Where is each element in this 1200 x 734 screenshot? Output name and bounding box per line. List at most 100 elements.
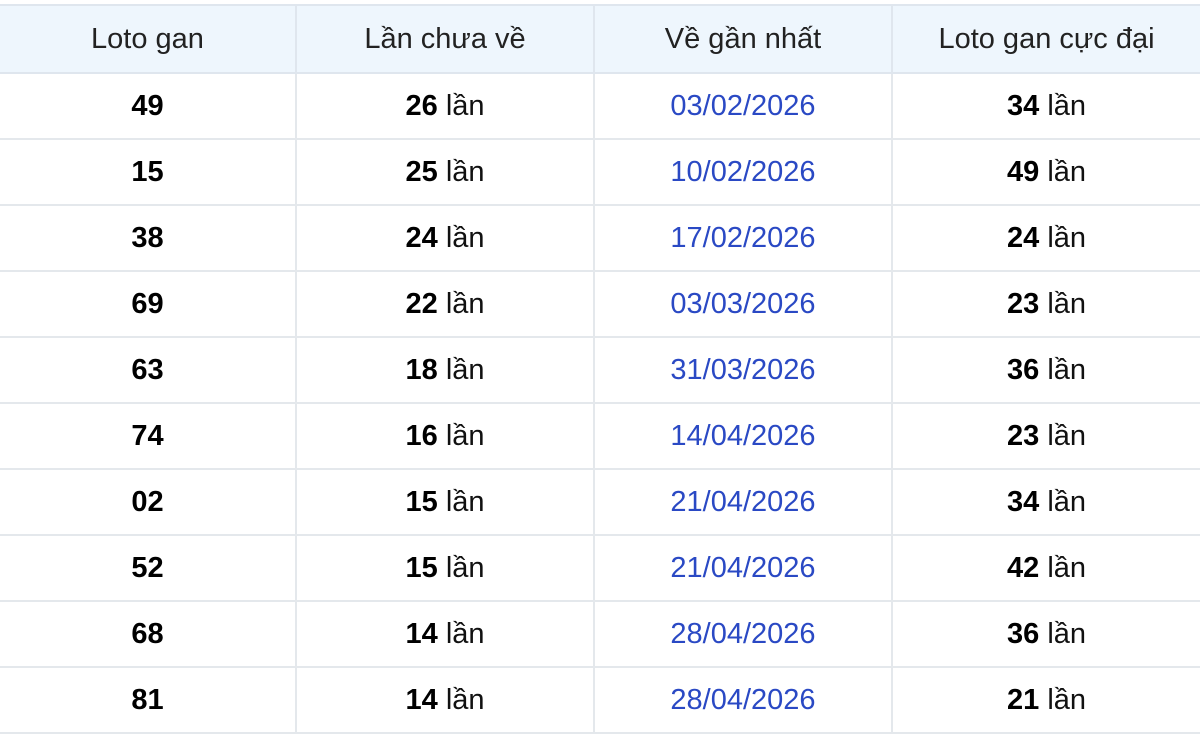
last-date-cell: 17/02/2026 [593,204,893,272]
max-gap-cell: 21 lần [891,666,1200,734]
missed-count-cell: 26 lần [295,72,595,140]
max-gap-cell: 42 lần [891,534,1200,602]
unit-label: lần [1047,419,1087,452]
missed-count-cell: 14 lần [295,666,595,734]
last-date-cell: 14/04/2026 [593,402,893,470]
header-loto-gan: Loto gan [0,4,297,74]
max-gap-count: 42 [1006,551,1040,584]
missed-count: 25 [405,155,438,188]
loto-number-cell: 02 [0,468,297,536]
max-gap-cell: 23 lần [891,270,1200,338]
table-row: 02 15 lần 21/04/2026 34 lần [0,468,1200,536]
last-date: 03/03/2026 [670,287,816,320]
loto-number: 81 [131,683,164,716]
max-gap-count: 23 [1006,287,1040,320]
loto-number: 63 [131,353,164,386]
missed-count-cell: 24 lần [295,204,595,272]
last-date: 21/04/2026 [670,485,816,518]
missed-count-cell: 18 lần [295,336,595,404]
loto-gan-table: Loto gan Lần chưa về Về gần nhất Loto ga… [0,4,1200,734]
last-date: 28/04/2026 [670,683,816,716]
missed-count-cell: 22 lần [295,270,595,338]
table-row: 74 16 lần 14/04/2026 23 lần [0,402,1200,470]
loto-number: 15 [131,155,164,188]
missed-count: 26 [405,89,438,122]
missed-count: 22 [405,287,438,320]
header-lan-chua-ve: Lần chưa về [295,4,595,74]
header-loto-gan-cuc-dai: Loto gan cực đại [891,4,1200,74]
missed-count: 15 [405,551,438,584]
missed-count-cell: 15 lần [295,534,595,602]
unit-label: lần [445,221,485,254]
loto-number-cell: 15 [0,138,297,206]
last-date: 10/02/2026 [670,155,816,188]
table-row: 38 24 lần 17/02/2026 24 lần [0,204,1200,272]
table-row: 15 25 lần 10/02/2026 49 lần [0,138,1200,206]
missed-count: 14 [405,683,438,716]
last-date-cell: 03/02/2026 [593,72,893,140]
last-date-cell: 31/03/2026 [593,336,893,404]
missed-count: 16 [405,419,438,452]
max-gap-cell: 36 lần [891,600,1200,668]
last-date: 17/02/2026 [670,221,816,254]
unit-label: lần [445,419,485,452]
last-date-cell: 03/03/2026 [593,270,893,338]
last-date-cell: 10/02/2026 [593,138,893,206]
loto-number: 52 [131,551,164,584]
unit-label: lần [445,617,485,650]
last-date: 03/02/2026 [670,89,816,122]
table-row: 49 26 lần 03/02/2026 34 lần [0,72,1200,140]
loto-number-cell: 52 [0,534,297,602]
missed-count: 15 [405,485,438,518]
unit-label: lần [445,683,485,716]
last-date-cell: 28/04/2026 [593,666,893,734]
max-gap-cell: 23 lần [891,402,1200,470]
loto-number: 02 [131,485,164,518]
last-date-cell: 21/04/2026 [593,534,893,602]
unit-label: lần [1047,485,1087,518]
missed-count-cell: 14 lần [295,600,595,668]
loto-number: 69 [131,287,164,320]
missed-count-cell: 16 lần [295,402,595,470]
loto-number-cell: 74 [0,402,297,470]
unit-label: lần [1047,617,1087,650]
table-row: 63 18 lần 31/03/2026 36 lần [0,336,1200,404]
max-gap-count: 23 [1006,419,1040,452]
max-gap-cell: 36 lần [891,336,1200,404]
unit-label: lần [1047,287,1087,320]
last-date: 14/04/2026 [670,419,816,452]
table-row: 69 22 lần 03/03/2026 23 lần [0,270,1200,338]
max-gap-count: 34 [1006,485,1040,518]
unit-label: lần [445,485,485,518]
missed-count-cell: 25 lần [295,138,595,206]
last-date: 21/04/2026 [670,551,816,584]
max-gap-count: 36 [1006,353,1040,386]
table-header: Loto gan Lần chưa về Về gần nhất Loto ga… [0,4,1200,74]
last-date: 31/03/2026 [670,353,816,386]
max-gap-cell: 34 lần [891,468,1200,536]
loto-number: 68 [131,617,164,650]
table-row: 81 14 lần 28/04/2026 21 lần [0,666,1200,734]
unit-label: lần [1047,353,1087,386]
loto-number-cell: 81 [0,666,297,734]
loto-number-cell: 63 [0,336,297,404]
unit-label: lần [445,155,485,188]
unit-label: lần [1047,551,1087,584]
last-date-cell: 28/04/2026 [593,600,893,668]
missed-count: 24 [405,221,438,254]
loto-number: 49 [131,89,164,122]
unit-label: lần [1047,155,1087,188]
header-ve-gan-nhat: Về gần nhất [593,4,893,74]
max-gap-cell: 49 lần [891,138,1200,206]
unit-label: lần [445,353,485,386]
missed-count: 18 [405,353,438,386]
loto-number-cell: 68 [0,600,297,668]
unit-label: lần [1047,89,1087,122]
unit-label: lần [1047,221,1087,254]
max-gap-count: 34 [1006,89,1040,122]
table-row: 52 15 lần 21/04/2026 42 lần [0,534,1200,602]
unit-label: lần [445,89,485,122]
loto-number-cell: 69 [0,270,297,338]
last-date-cell: 21/04/2026 [593,468,893,536]
max-gap-count: 36 [1006,617,1040,650]
